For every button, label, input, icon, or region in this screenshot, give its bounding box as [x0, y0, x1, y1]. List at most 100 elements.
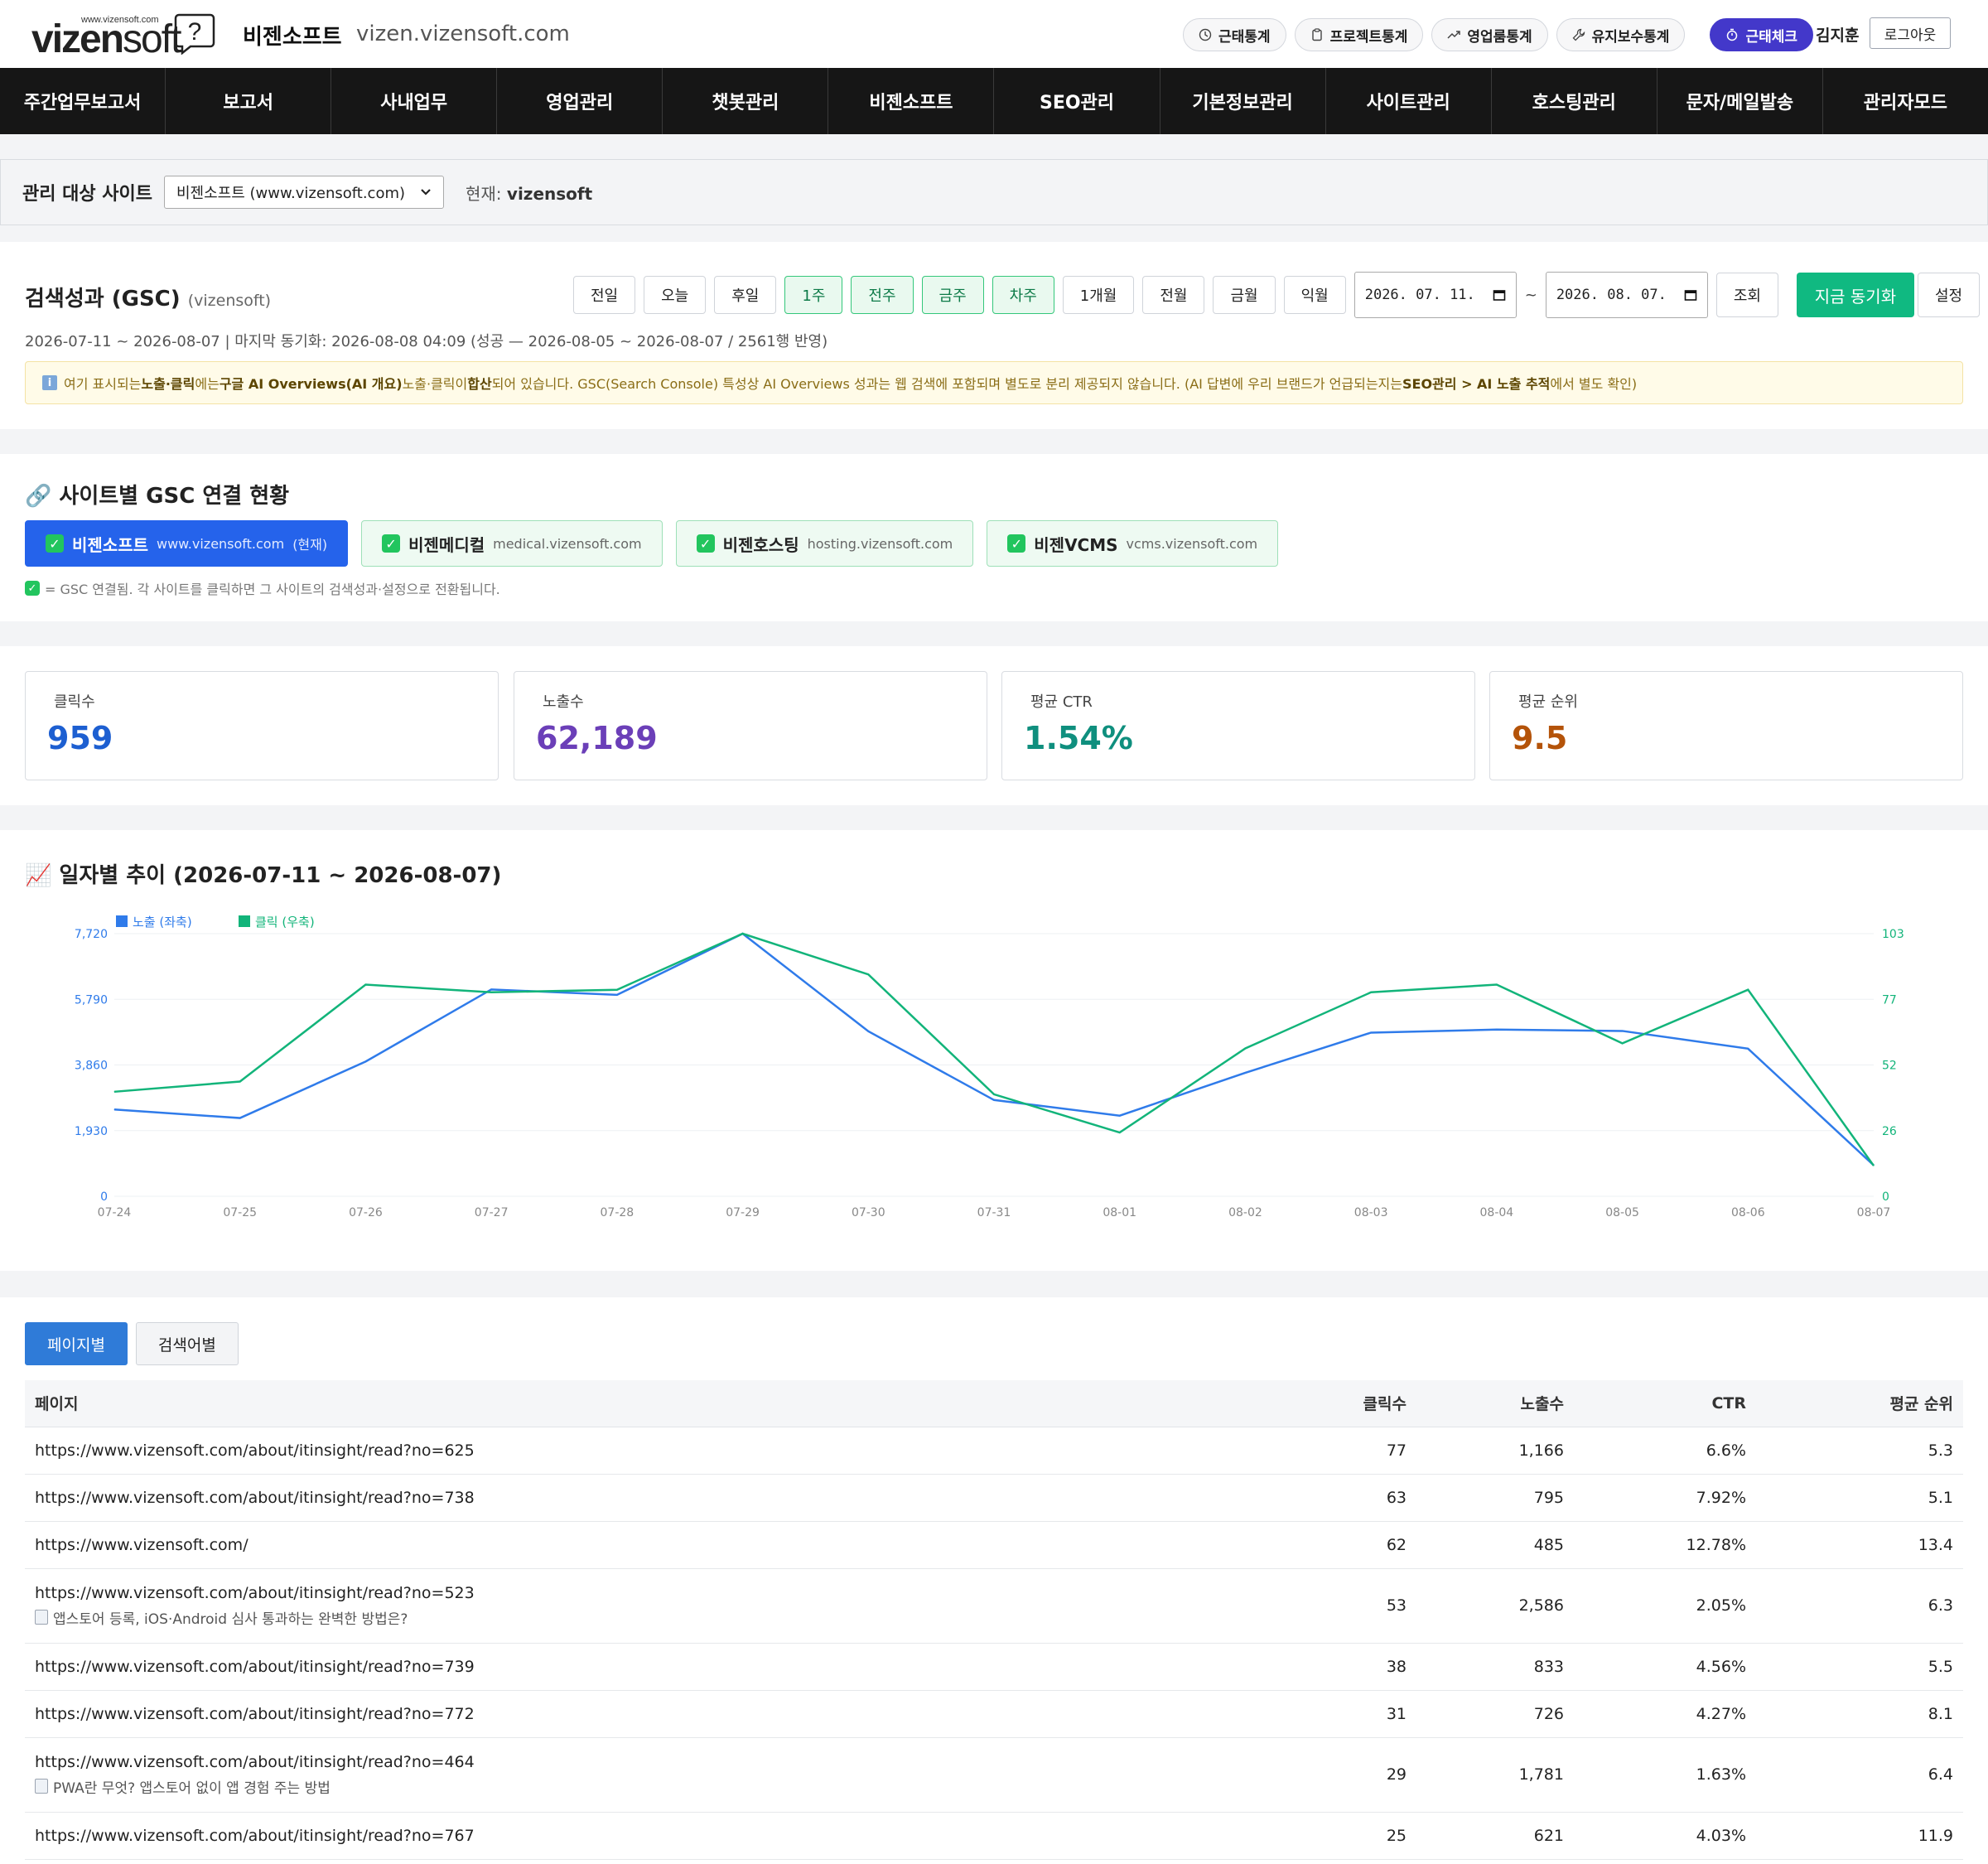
col-ctr[interactable]: CTR: [1574, 1380, 1756, 1427]
nav-vizensoft[interactable]: 비젠소프트: [828, 68, 995, 134]
page-cell[interactable]: https://www.vizensoft.com/about/itinsigh…: [25, 1643, 1259, 1691]
nav-sales[interactable]: 영업관리: [497, 68, 663, 134]
x-axis-tick: 07-29: [726, 1206, 760, 1219]
one-week-button[interactable]: 1주: [784, 276, 843, 314]
table-row[interactable]: https://www.vizensoft.com/62 485 12.78% 13.…: [25, 1521, 1963, 1569]
this-month-button[interactable]: 금월: [1213, 276, 1276, 314]
next-day-button[interactable]: 후일: [714, 276, 777, 314]
page-url[interactable]: https://www.vizensoft.com/about/itinsigh…: [35, 1489, 1249, 1507]
nav-internal-work[interactable]: 사내업무: [331, 68, 498, 134]
this-week-button[interactable]: 금주: [921, 276, 984, 314]
prev-month-button[interactable]: 전월: [1142, 276, 1205, 314]
table-tabs: 페이지별 검색어별: [25, 1322, 239, 1365]
nav-site[interactable]: 사이트관리: [1326, 68, 1492, 134]
nav-hosting[interactable]: 호스팅관리: [1492, 68, 1657, 134]
impressions-cell: 2,586: [1416, 1568, 1574, 1644]
data-point: [1244, 1072, 1246, 1074]
clicks-cell: 77: [1259, 1427, 1416, 1475]
page-url[interactable]: https://www.vizensoft.com/about/itinsigh…: [35, 1441, 1249, 1460]
query-button[interactable]: 조회: [1715, 273, 1778, 317]
gsc-panel: 검색성과 (GSC) (vizensoft) 전일 오늘 후일 1주 전주 금주…: [0, 242, 1988, 429]
page-url[interactable]: https://www.vizensoft.com/about/itinsigh…: [35, 1753, 1249, 1771]
company-domain: vizen.vizensoft.com: [356, 22, 570, 46]
connection-hint: ✓ = GSC 연결됨. 각 사이트를 클릭하면 그 사이트의 검색성과·설정으…: [25, 578, 500, 598]
page-cell[interactable]: https://www.vizensoft.com/about/itinsigh…: [25, 1690, 1259, 1738]
table-row[interactable]: https://www.vizensoft.com/about/itinsigh…: [25, 1690, 1963, 1738]
page-url[interactable]: https://www.vizensoft.com/about/itinsigh…: [35, 1705, 1249, 1723]
left-axis-tick: 1,930: [75, 1125, 108, 1138]
col-clicks[interactable]: 클릭수: [1259, 1380, 1416, 1427]
table-row[interactable]: https://www.vizensoft.com/about/itinsigh…: [25, 1643, 1963, 1691]
legend-label: 클릭 (우축): [255, 915, 315, 930]
tab-by-query[interactable]: 검색어별: [135, 1322, 239, 1365]
table-row[interactable]: https://www.vizensoft.com/about/itinsigh…: [25, 1812, 1963, 1860]
today-button[interactable]: 오늘: [644, 276, 707, 314]
page-url[interactable]: https://www.vizensoft.com/about/itinsigh…: [35, 1827, 1249, 1845]
page-performance-table: 페이지 클릭수 노출수 CTR 평균 순위 https://www.vizens…: [25, 1380, 1963, 1860]
sales-stats-button[interactable]: 영업룸통계: [1431, 18, 1548, 51]
table-row[interactable]: https://www.vizensoft.com/about/itinsigh…: [25, 1427, 1963, 1475]
one-month-button[interactable]: 1개월: [1062, 276, 1135, 314]
site-chip-vcms[interactable]: ✓ 비젠VCMS vcms.vizensoft.com: [987, 520, 1279, 567]
ctr-cell: 1.63%: [1574, 1737, 1756, 1813]
next-week-button[interactable]: 차주: [992, 276, 1054, 314]
nav-reports[interactable]: 보고서: [166, 68, 332, 134]
page-cell[interactable]: https://www.vizensoft.com/about/itinsigh…: [25, 1737, 1259, 1813]
col-page[interactable]: 페이지: [25, 1380, 1259, 1427]
prev-day-button[interactable]: 전일: [573, 276, 636, 314]
tab-by-page[interactable]: 페이지별: [25, 1322, 128, 1365]
table-row[interactable]: https://www.vizensoft.com/about/itinsigh…: [25, 1568, 1963, 1644]
page-title: 앱스토어 등록, iOS·Android 심사 통과하는 완벽한 방법은?: [35, 1607, 1249, 1628]
col-impressions[interactable]: 노출수: [1416, 1380, 1574, 1427]
help-bubble-icon: ?: [174, 13, 215, 55]
vizensoft-logo[interactable]: www.vizensoft.com vizensoft ?: [31, 12, 224, 61]
impressions-cell: 485: [1416, 1521, 1574, 1569]
page-cell[interactable]: https://www.vizensoft.com/about/itinsigh…: [25, 1812, 1259, 1860]
page-cell[interactable]: https://www.vizensoft.com/about/itinsigh…: [25, 1474, 1259, 1522]
company-name: 비젠소프트: [243, 25, 342, 50]
site-chip-vizensoft[interactable]: ✓ 비젠소프트 www.vizensoft.com (현재): [25, 520, 349, 567]
nav-weekly-report[interactable]: 주간업무보고서: [0, 68, 166, 134]
clicks-cell: 31: [1259, 1690, 1416, 1738]
right-axis-tick: 103: [1882, 928, 1904, 941]
site-chip-hosting[interactable]: ✓ 비젠호스팅 hosting.vizensoft.com: [675, 520, 974, 567]
top-header: www.vizensoft.com vizensoft ? 비젠소프트 vize…: [0, 0, 1988, 68]
page-cell[interactable]: https://www.vizensoft.com/: [25, 1521, 1259, 1569]
project-stats-button[interactable]: 프로젝트통계: [1294, 18, 1424, 51]
data-point: [1496, 1029, 1498, 1031]
table-row[interactable]: https://www.vizensoft.com/about/itinsigh…: [25, 1474, 1963, 1522]
maintenance-stats-button[interactable]: 유지보수통계: [1556, 18, 1686, 51]
x-axis-tick: 08-03: [1354, 1206, 1388, 1219]
prev-week-button[interactable]: 전주: [851, 276, 914, 314]
site-select[interactable]: 비젠소프트 (www.vizensoft.com): [164, 176, 444, 209]
next-month-button[interactable]: 익월: [1283, 276, 1346, 314]
table-row[interactable]: https://www.vizensoft.com/about/itinsigh…: [25, 1737, 1963, 1813]
page-url[interactable]: https://www.vizensoft.com/: [35, 1536, 1249, 1554]
position-cell: 8.1: [1756, 1690, 1963, 1738]
date-to-input[interactable]: 2026. 08. 07.: [1545, 272, 1708, 318]
logo-word: vizensoft: [31, 17, 181, 61]
page-url[interactable]: https://www.vizensoft.com/about/itinsigh…: [35, 1584, 1249, 1602]
data-point: [490, 988, 492, 990]
nav-basic-info[interactable]: 기본정보관리: [1160, 68, 1326, 134]
right-axis-tick: 0: [1882, 1190, 1889, 1204]
page-url[interactable]: https://www.vizensoft.com/about/itinsigh…: [35, 1658, 1249, 1676]
date-from-input[interactable]: 2026. 07. 11.: [1353, 272, 1517, 318]
nav-seo[interactable]: SEO관리: [994, 68, 1160, 134]
attendance-stats-button[interactable]: 근태통계: [1183, 18, 1286, 51]
site-chip-medical[interactable]: ✓ 비젠메디컬 medical.vizensoft.com: [361, 520, 663, 567]
logout-button[interactable]: 로그아웃: [1870, 17, 1951, 49]
page-cell[interactable]: https://www.vizensoft.com/about/itinsigh…: [25, 1427, 1259, 1475]
stat-ctr: 평균 CTR 1.54%: [1001, 671, 1475, 780]
attendance-check-button[interactable]: 근태체크: [1710, 18, 1814, 51]
x-axis-tick: 07-24: [98, 1206, 132, 1219]
page-cell[interactable]: https://www.vizensoft.com/about/itinsigh…: [25, 1568, 1259, 1644]
left-axis-tick: 7,720: [75, 928, 108, 941]
x-axis-tick: 08-04: [1480, 1206, 1514, 1219]
col-position[interactable]: 평균 순위: [1756, 1380, 1963, 1427]
sync-now-button[interactable]: 지금 동기화: [1796, 273, 1914, 317]
nav-sms-mail[interactable]: 문자/메일발송: [1657, 68, 1823, 134]
nav-chatbot[interactable]: 챗봇관리: [663, 68, 829, 134]
nav-admin[interactable]: 관리자모드: [1823, 68, 1988, 134]
settings-button[interactable]: 설정: [1917, 273, 1981, 317]
